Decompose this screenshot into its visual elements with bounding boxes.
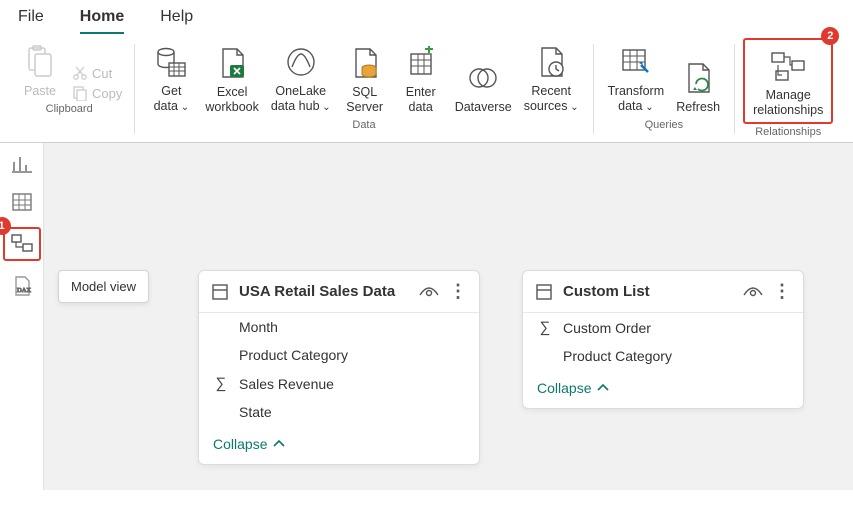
model-icon [11,234,33,254]
database-grid-icon [149,42,193,82]
excel-workbook-button[interactable]: Excel workbook [199,39,265,117]
manage-relationships-button[interactable]: Manage relationships [747,42,829,120]
chevron-up-icon [273,439,285,449]
data-view-button[interactable] [7,189,37,215]
sigma-icon: ∑ [213,375,229,392]
onelake-icon [279,42,323,82]
report-view-button[interactable] [7,151,37,177]
field-row[interactable]: Product Category [199,341,479,369]
paste-icon [18,42,62,82]
visibility-icon[interactable] [419,285,439,299]
field-row[interactable]: Product Category [523,342,803,370]
dax-view-button[interactable]: DAX [7,273,37,299]
field-row[interactable]: ∑ Sales Revenue [199,369,479,398]
more-icon[interactable]: ⋮ [773,281,791,302]
field-name: State [239,404,272,420]
field-name: Month [239,319,278,335]
table-icon [211,283,229,301]
group-label-relationships: Relationships [755,124,821,140]
transform-icon [614,42,658,82]
table-icon [11,192,33,212]
recent-sources-button[interactable]: Recent sources ⌄ [518,38,585,117]
dataverse-icon [461,58,505,98]
dax-icon: DAX [11,275,33,297]
cut-button: Cut [72,65,122,81]
more-icon[interactable]: ⋮ [449,281,467,302]
tab-home[interactable]: Home [80,4,124,34]
model-view-button[interactable] [7,231,37,257]
view-switcher: 1 DAX [0,143,44,490]
paste-button: Paste [12,38,68,101]
group-relationships: 2 Manage relationships Relationships [743,38,833,140]
group-label-queries: Queries [645,117,684,133]
tab-help[interactable]: Help [160,4,193,34]
paste-label: Paste [24,84,56,99]
model-view-wrapper: 1 [3,227,41,261]
annotation-badge-2: 2 [821,27,839,45]
group-queries: Transform data ⌄ Refresh Queries [602,38,727,140]
sql-server-button[interactable]: SQL Server [337,39,393,117]
group-data: Get data ⌄ Excel workbook OneLake data h… [143,38,584,140]
copy-button: Copy [72,85,122,101]
collapse-button[interactable]: Collapse [199,426,479,464]
group-label-clipboard: Clipboard [46,101,93,117]
dataverse-button[interactable]: Dataverse [449,54,518,117]
field-row[interactable]: State [199,398,479,426]
visibility-icon[interactable] [743,285,763,299]
transform-data-button[interactable]: Transform data ⌄ [602,38,671,117]
enter-data-button[interactable]: Enter data [393,39,449,117]
group-label-data: Data [352,117,375,133]
sigma-icon: ∑ [537,319,553,336]
excel-icon [210,43,254,83]
table-title: Custom List [563,283,650,300]
refresh-button[interactable]: Refresh [670,54,726,117]
model-canvas[interactable]: USA Retail Sales Data ⋮ Month Product Cat… [44,143,853,490]
field-name: Product Category [239,347,348,363]
field-name: Sales Revenue [239,376,334,392]
field-name: Custom Order [563,320,651,336]
get-data-button[interactable]: Get data ⌄ [143,38,199,117]
bar-chart-icon [11,154,33,174]
table-title: USA Retail Sales Data [239,283,395,300]
annotation-box-2: Manage relationships [743,38,833,124]
scissors-icon [72,65,88,81]
group-clipboard: Paste Cut Copy Clipboard [12,38,126,140]
table-icon [535,283,553,301]
copy-icon [72,85,88,101]
ribbon-tabs: File Home Help [0,0,853,34]
collapse-button[interactable]: Collapse [523,370,803,408]
table-card-usa-retail[interactable]: USA Retail Sales Data ⋮ Month Product Cat… [198,270,480,465]
ribbon: Paste Cut Copy Clipboard Get [0,34,853,143]
table-card-custom-list[interactable]: Custom List ⋮ ∑ Custom Order Product Categ… [522,270,804,409]
enter-data-icon [399,43,443,83]
refresh-icon [676,58,720,98]
chevron-up-icon [597,383,609,393]
onelake-button[interactable]: OneLake data hub ⌄ [265,38,337,117]
field-row[interactable]: Month [199,313,479,341]
sql-icon [343,43,387,83]
tab-file[interactable]: File [18,4,44,34]
field-name: Product Category [563,348,672,364]
canvas-area: 1 DAX Model view USA Retail Sales Data ⋮… [0,143,853,490]
svg-text:DAX: DAX [17,287,31,294]
recent-icon [529,42,573,82]
field-row[interactable]: ∑ Custom Order [523,313,803,342]
relationships-icon [766,46,810,86]
